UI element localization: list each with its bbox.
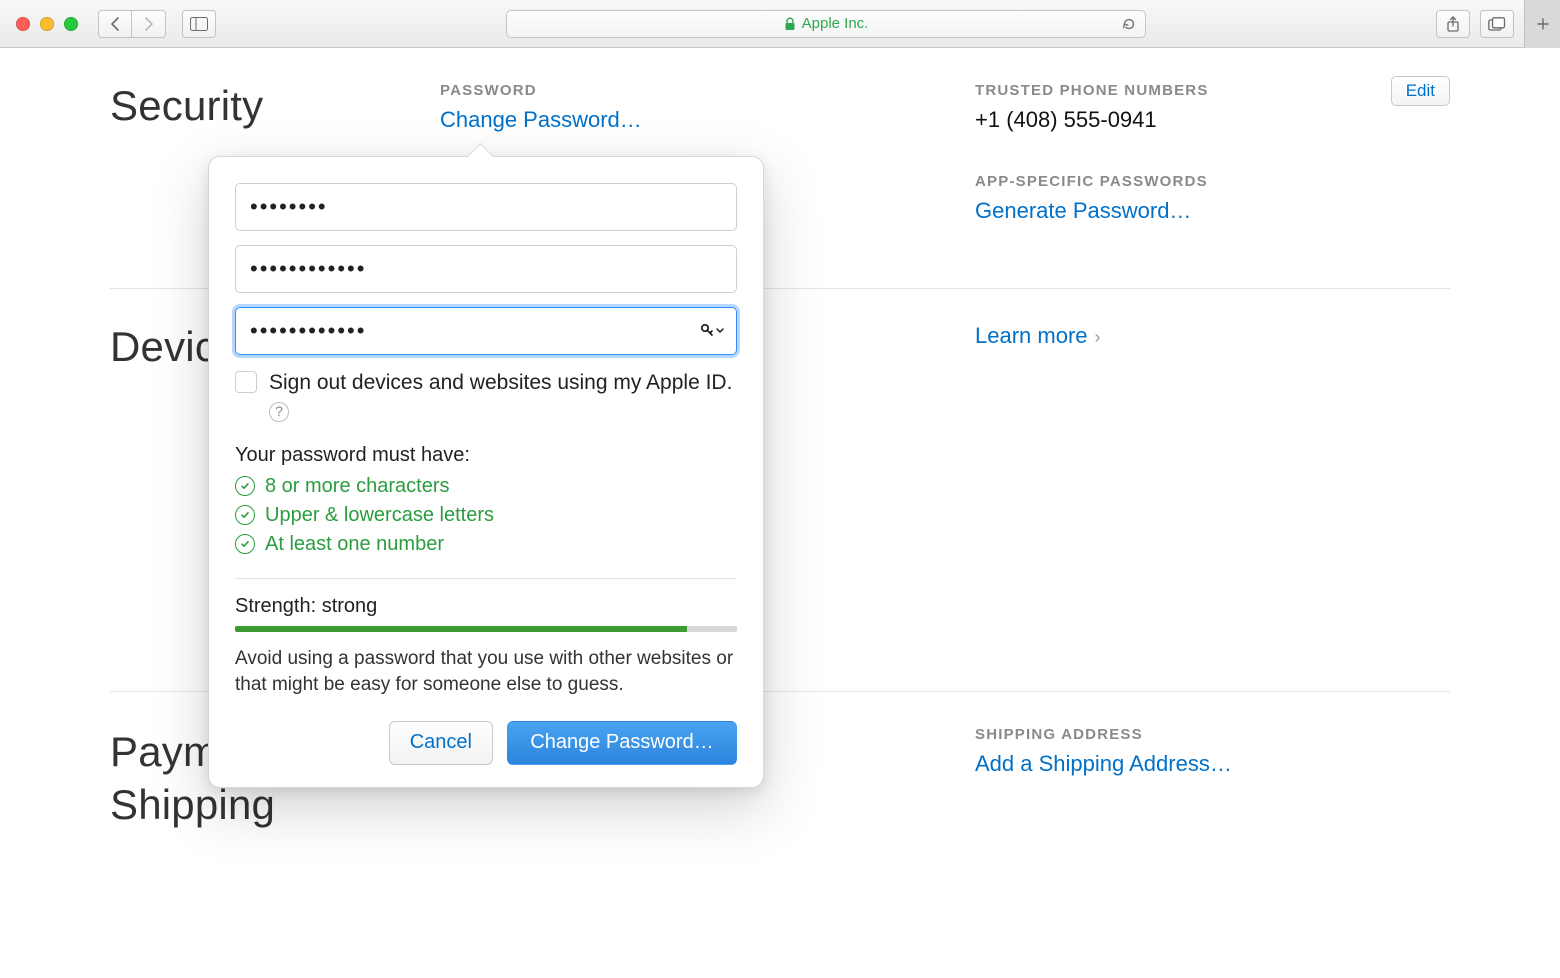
strength-bar-fill: [235, 626, 687, 632]
req-case: Upper & lowercase letters: [235, 504, 737, 527]
strength-row: Strength: strong Avoid using a password …: [235, 578, 737, 699]
key-icon[interactable]: [700, 323, 724, 339]
generate-password-link[interactable]: Generate Password…: [975, 198, 1450, 224]
lock-icon: [784, 17, 796, 31]
current-password-field[interactable]: ••••••••: [235, 183, 737, 231]
req-case-label: Upper & lowercase letters: [265, 504, 494, 527]
strength-label: Strength: strong: [235, 595, 737, 618]
req-number-label: At least one number: [265, 533, 444, 556]
change-password-popover: •••••••• •••••••••••• •••••••••••• Sign …: [208, 156, 764, 788]
add-shipping-link[interactable]: Add a Shipping Address…: [975, 751, 1450, 777]
password-header: PASSWORD: [440, 82, 915, 99]
chevron-right-icon: ›: [1090, 327, 1101, 347]
site-label: Apple Inc.: [802, 15, 869, 32]
reqs-title: Your password must have:: [235, 444, 737, 467]
fullscreen-window-icon[interactable]: [64, 17, 78, 31]
reload-icon[interactable]: [1121, 16, 1137, 32]
learn-more-link[interactable]: Learn more ›: [975, 323, 1101, 348]
new-password-mask: ••••••••••••: [250, 256, 366, 282]
req-length: 8 or more characters: [235, 475, 737, 498]
confirm-password-field[interactable]: ••••••••••••: [235, 307, 737, 355]
trusted-phone-value: +1 (408) 555-0941: [975, 107, 1450, 133]
req-number: At least one number: [235, 533, 737, 556]
change-password-button[interactable]: Change Password…: [507, 721, 737, 765]
check-circle-icon: [235, 476, 255, 496]
address-bar-content: Apple Inc.: [784, 15, 869, 32]
change-password-link[interactable]: Change Password…: [440, 107, 915, 133]
right-toolbar: [1436, 10, 1514, 38]
password-hint: Avoid using a password that you use with…: [235, 646, 737, 699]
app-specific-header: APP-SPECIFIC PASSWORDS: [975, 173, 1450, 190]
popover-buttons: Cancel Change Password…: [235, 721, 737, 765]
current-password-mask: ••••••••: [250, 194, 328, 220]
safari-toolbar: Apple Inc.: [0, 0, 1560, 48]
edit-security-button[interactable]: Edit: [1391, 76, 1450, 106]
new-tab-button[interactable]: [1524, 0, 1560, 48]
signout-devices-row: Sign out devices and websites using my A…: [235, 369, 737, 426]
page-content: Security PASSWORD Change Password… TRUST…: [0, 48, 1560, 978]
tabs-button[interactable]: [1480, 10, 1514, 38]
back-button[interactable]: [98, 10, 132, 38]
req-length-label: 8 or more characters: [265, 475, 450, 498]
help-icon[interactable]: ?: [269, 402, 289, 422]
nav-buttons: [98, 10, 166, 38]
check-circle-icon: [235, 534, 255, 554]
forward-button[interactable]: [132, 10, 166, 38]
trusted-phone-header: TRUSTED PHONE NUMBERS: [975, 82, 1450, 99]
signout-devices-label: Sign out devices and websites using my A…: [269, 369, 737, 426]
window-controls: [16, 17, 78, 31]
sidebar-toggle-button[interactable]: [182, 10, 216, 38]
signout-devices-checkbox[interactable]: [235, 371, 257, 393]
close-window-icon[interactable]: [16, 17, 30, 31]
cancel-button[interactable]: Cancel: [389, 721, 493, 765]
confirm-password-mask: ••••••••••••: [250, 318, 366, 344]
share-button[interactable]: [1436, 10, 1470, 38]
learn-more-label: Learn more: [975, 323, 1088, 348]
new-password-field[interactable]: ••••••••••••: [235, 245, 737, 293]
strength-bar: [235, 626, 737, 632]
check-circle-icon: [235, 505, 255, 525]
minimize-window-icon[interactable]: [40, 17, 54, 31]
shipping-header: SHIPPING ADDRESS: [975, 726, 1450, 743]
address-bar[interactable]: Apple Inc.: [506, 10, 1146, 38]
